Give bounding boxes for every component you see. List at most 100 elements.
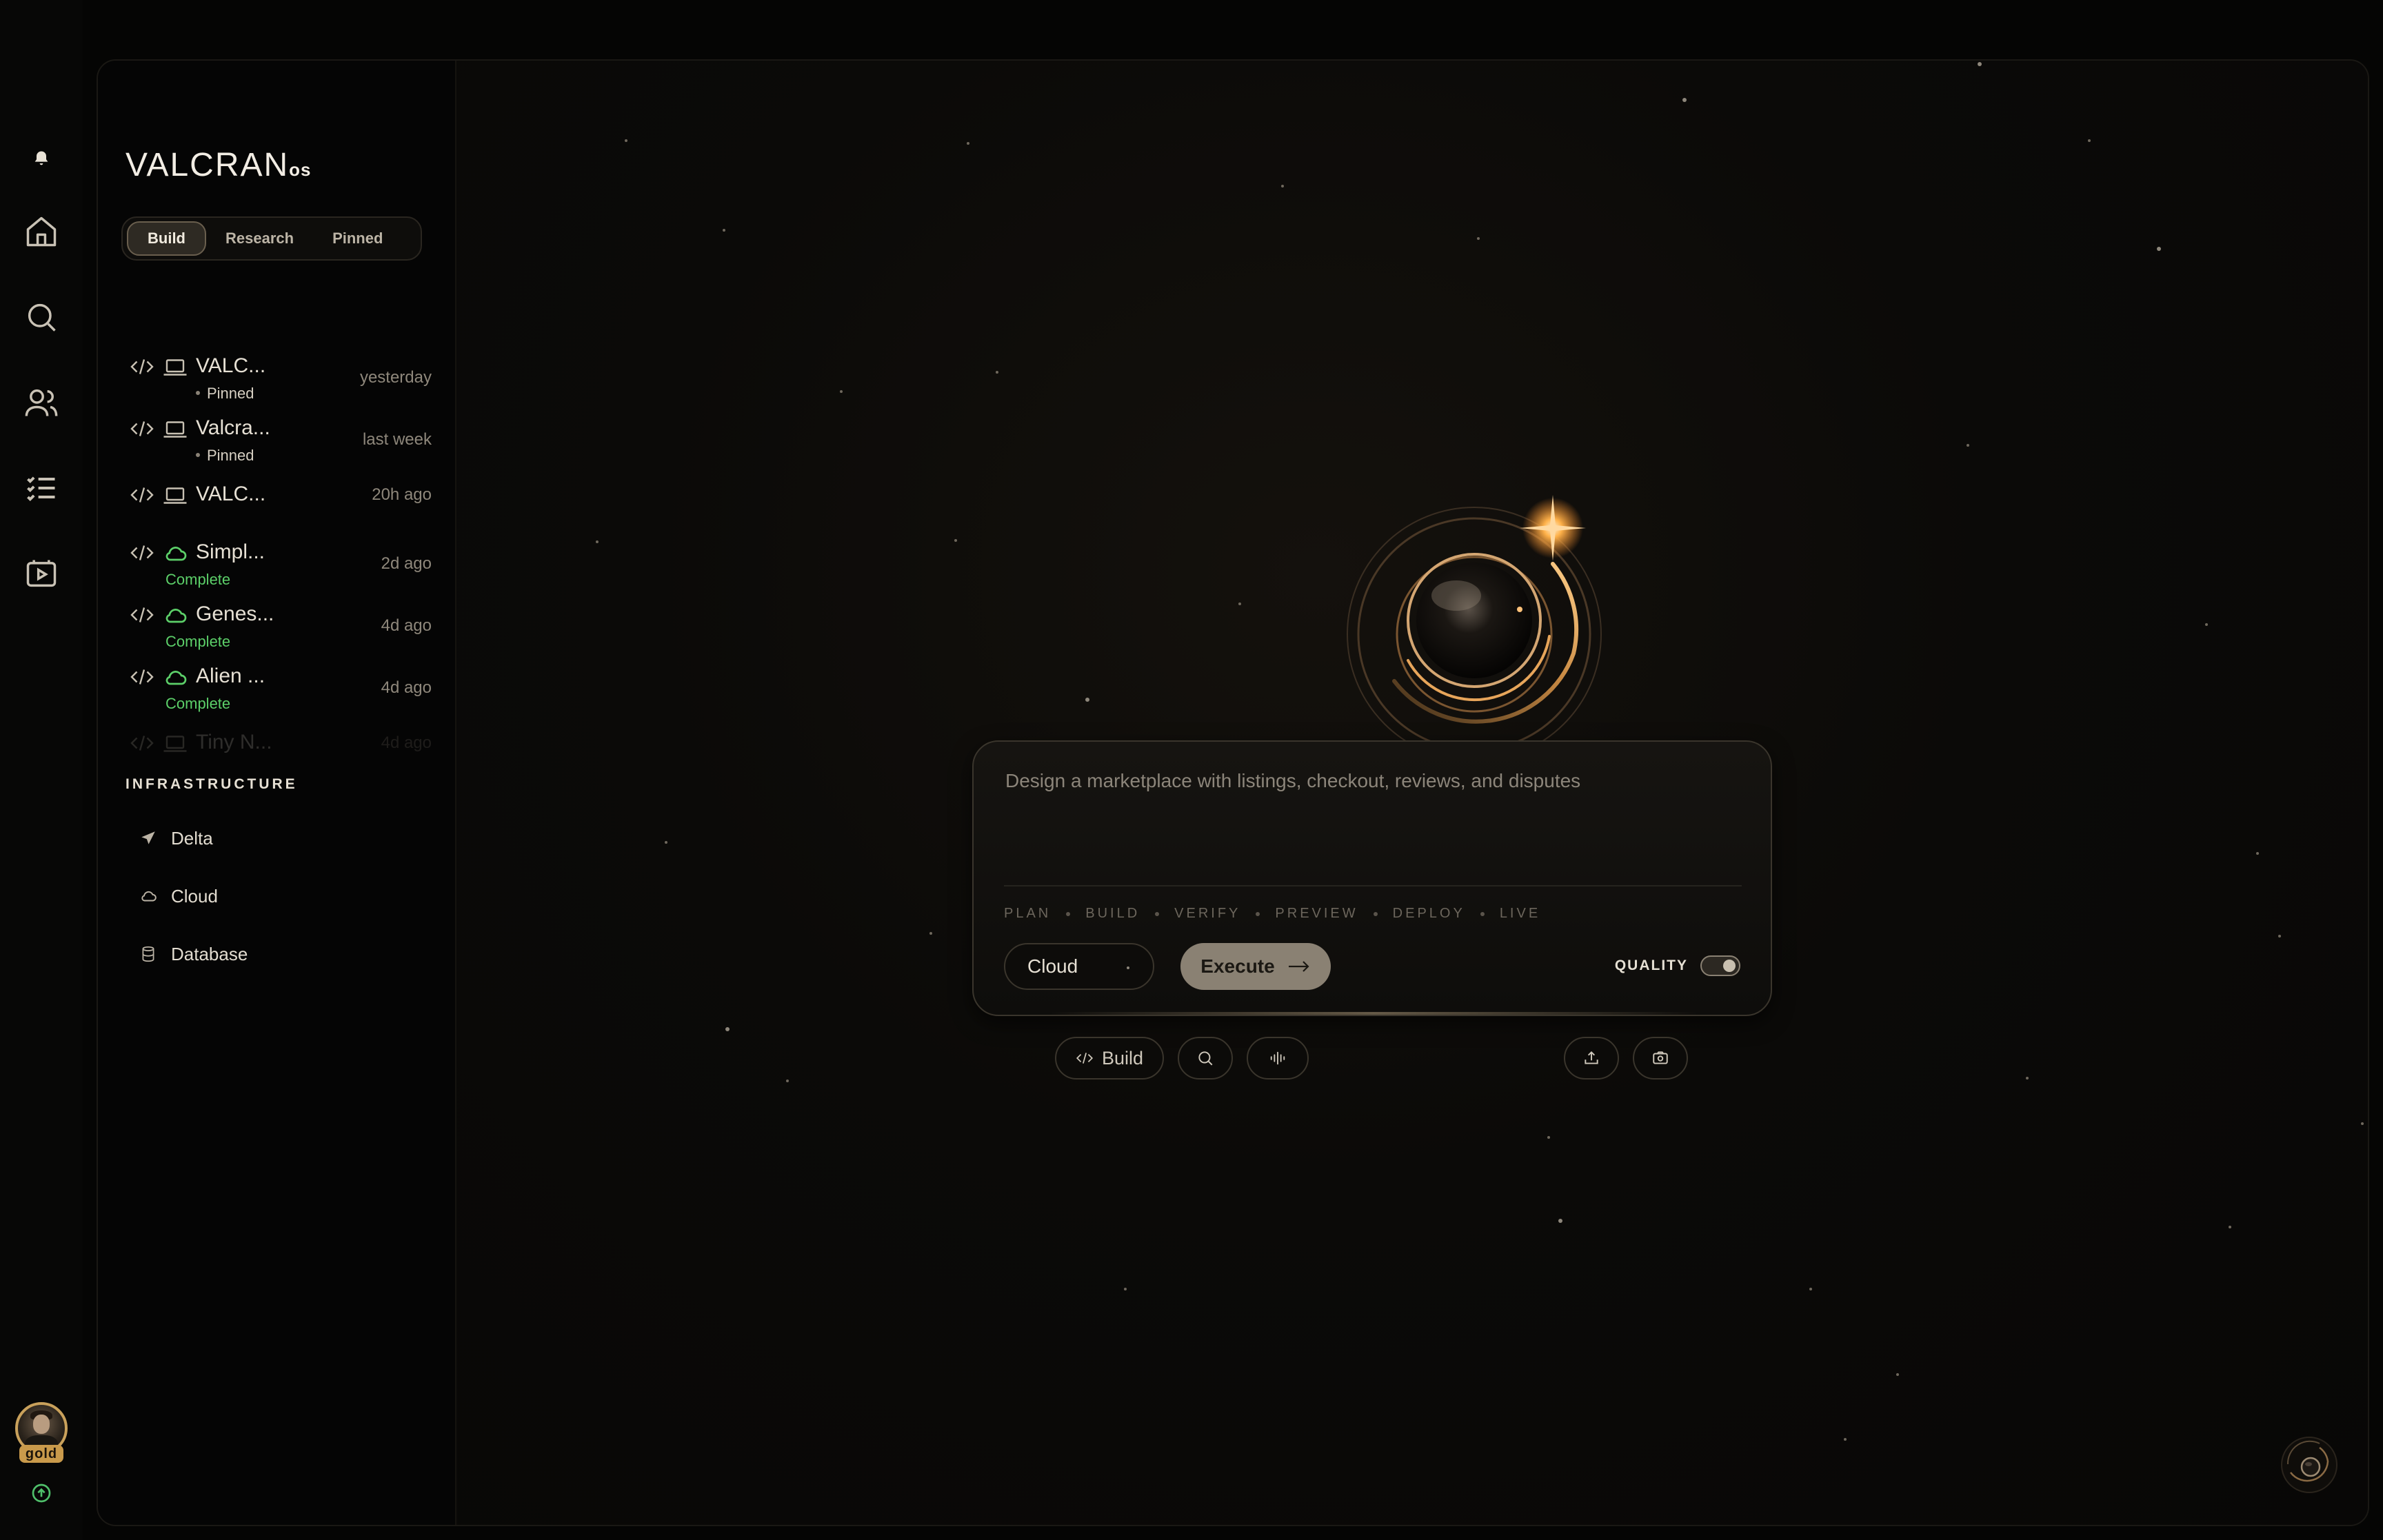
star (1281, 185, 1284, 188)
item-name: Genes... (196, 602, 274, 625)
bell-icon[interactable] (21, 138, 62, 179)
cloud-icon (141, 891, 157, 902)
star (1238, 602, 1241, 605)
list-item[interactable]: Simpl... Complete 2d ago (121, 536, 432, 591)
list-item[interactable]: VALC... 20h ago (121, 478, 432, 534)
search-icon[interactable] (21, 296, 62, 338)
star (786, 1080, 789, 1082)
star (996, 371, 998, 374)
star (2205, 623, 2208, 626)
stage-live: LIVE (1499, 906, 1541, 921)
code-icon (130, 487, 154, 503)
search-icon (1198, 1051, 1213, 1066)
users-icon[interactable] (21, 382, 62, 423)
tab-research[interactable]: Research (206, 221, 313, 256)
task-list-icon[interactable] (21, 467, 62, 509)
star (723, 229, 725, 232)
star (1978, 62, 1982, 66)
send-icon (141, 831, 155, 844)
sidebar: VALCRANos Build Research Pinned VALC... … (98, 61, 456, 1525)
search-mode-button[interactable] (1178, 1037, 1233, 1080)
laptop-icon (163, 487, 187, 504)
star (1896, 1373, 1899, 1376)
execute-label: Execute (1200, 955, 1275, 977)
cloud-icon (165, 547, 187, 561)
code-icon (130, 359, 154, 374)
upload-icon (1585, 1051, 1598, 1064)
item-time: last week (362, 430, 432, 449)
upgrade-icon[interactable] (30, 1482, 52, 1504)
nav-rail: gold (0, 0, 83, 1540)
item-name: VALC... (196, 354, 266, 377)
plan-badge: gold (19, 1445, 63, 1463)
list-item[interactable]: Genes... Complete 4d ago (121, 598, 432, 654)
item-status: Complete (165, 571, 231, 588)
infra-label: Cloud (171, 885, 218, 906)
star (2026, 1077, 2029, 1080)
video-icon[interactable] (21, 553, 62, 594)
code-icon (130, 607, 154, 622)
infra-item-cloud[interactable]: Cloud (139, 882, 218, 910)
star (967, 142, 969, 145)
code-icon (130, 669, 154, 685)
screenshot-button[interactable] (1633, 1037, 1688, 1080)
code-icon (1076, 1053, 1094, 1064)
tab-pinned[interactable]: Pinned (313, 221, 402, 256)
cloud-icon (165, 609, 187, 623)
divider (1004, 885, 1742, 886)
star (1682, 98, 1687, 102)
mode-tabs: Build Research Pinned (121, 216, 422, 261)
list-item[interactable]: Valcra... Pinned last week (121, 412, 432, 467)
item-time: 2d ago (381, 554, 432, 573)
item-time: 4d ago (381, 616, 432, 635)
stage-preview: PREVIEW (1275, 906, 1358, 921)
list-item[interactable]: Tiny N... 4d ago (121, 727, 432, 764)
item-status: Pinned (207, 447, 259, 465)
execute-button[interactable]: Execute (1180, 943, 1331, 990)
infrastructure-heading: INFRASTRUCTURE (125, 776, 298, 792)
quality-toggle[interactable] (1700, 955, 1740, 976)
star (2229, 1226, 2231, 1228)
build-mode-label: Build (1101, 1047, 1144, 1068)
home-icon[interactable] (21, 211, 62, 252)
star (1547, 1136, 1550, 1139)
star (2157, 247, 2161, 251)
star (725, 1027, 730, 1031)
main-window: VALCRANos Build Research Pinned VALC... … (97, 59, 2369, 1526)
list-item[interactable]: Alien ... Complete 4d ago (121, 660, 432, 716)
infra-item-delta[interactable]: Delta (139, 824, 213, 852)
upload-button[interactable] (1564, 1037, 1619, 1080)
item-name: Valcra... (196, 416, 270, 439)
target-select-value: Cloud (1027, 955, 1078, 977)
item-time: 4d ago (381, 733, 432, 752)
code-icon (130, 421, 154, 436)
star (1477, 237, 1480, 240)
star (665, 841, 667, 844)
star (1085, 698, 1089, 702)
voice-button[interactable] (1247, 1037, 1309, 1080)
star (2278, 935, 2281, 938)
chevron-down-icon (1127, 966, 1129, 969)
list-item[interactable]: VALC... Pinned yesterday (121, 350, 432, 405)
stage-build: BUILD (1085, 906, 1140, 921)
laptop-icon (163, 421, 187, 438)
tab-build[interactable]: Build (127, 221, 206, 256)
star (840, 390, 843, 393)
waveform-icon (1270, 1051, 1285, 1065)
star (625, 139, 627, 142)
star (1558, 1219, 1562, 1223)
infra-item-database[interactable]: Database (139, 940, 248, 968)
item-name: VALC... (196, 483, 266, 505)
star (1809, 1288, 1812, 1290)
cloud-icon (165, 671, 187, 685)
star (2088, 139, 2091, 142)
item-status: Complete (165, 695, 231, 712)
item-name: Tiny N... (196, 731, 272, 753)
prompt-input[interactable] (1004, 769, 1735, 793)
stage-plan: PLAN (1004, 906, 1052, 921)
build-mode-button[interactable]: Build (1055, 1037, 1164, 1080)
item-time: 20h ago (372, 485, 432, 504)
item-status: Complete (165, 633, 231, 650)
target-select[interactable]: Cloud (1004, 943, 1154, 990)
assistant-orb-icon[interactable] (2278, 1434, 2340, 1496)
